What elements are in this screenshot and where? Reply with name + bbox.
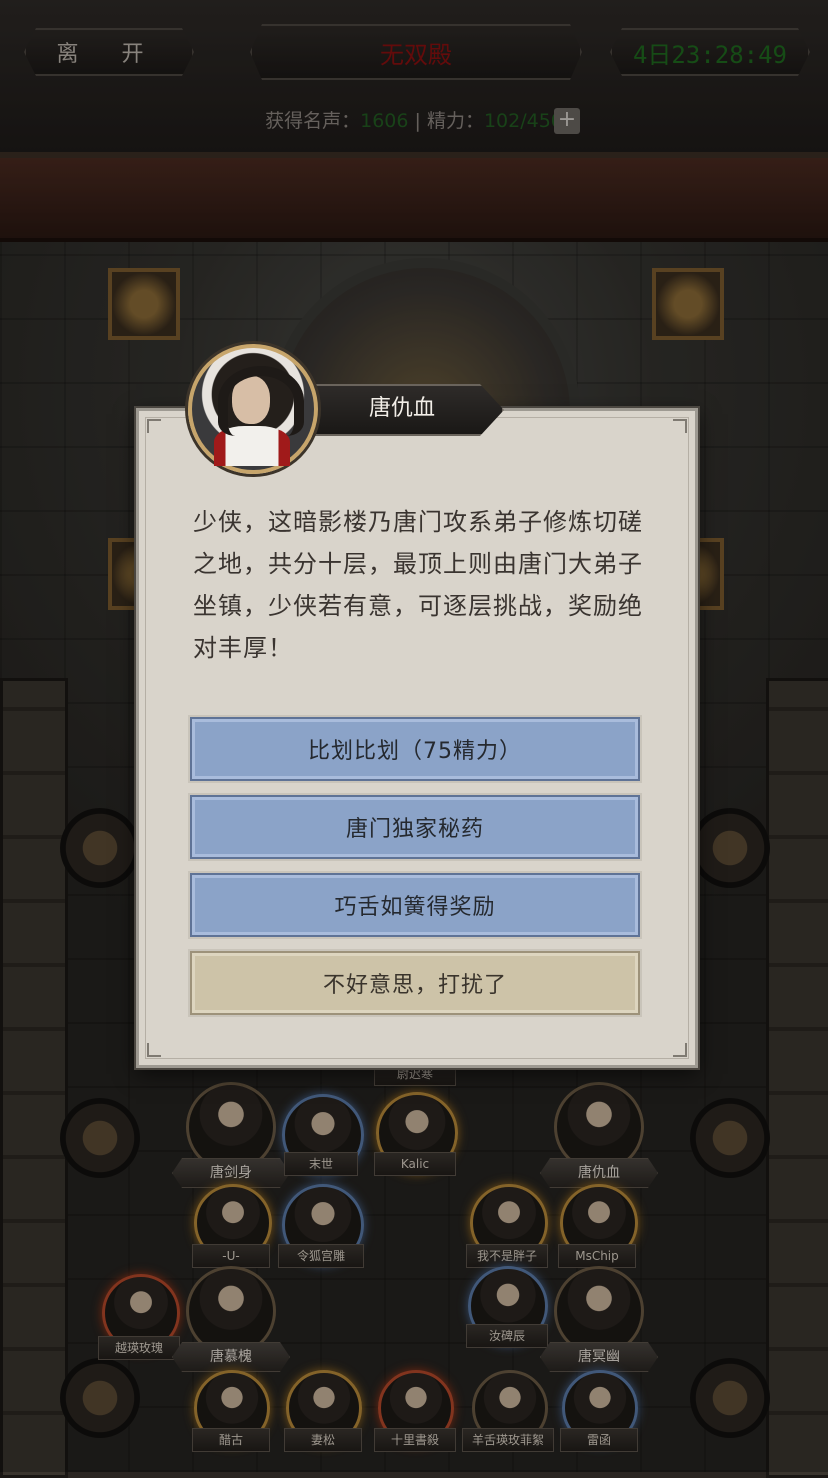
dialog-corner	[673, 1043, 687, 1057]
secret-medicine-button[interactable]: 唐门独家秘药	[190, 795, 640, 859]
speaker-name: 唐仇血	[300, 384, 504, 436]
dialog-corner	[147, 1043, 161, 1057]
portrait-hair	[218, 366, 304, 436]
dialog-text: 少侠，这暗影楼乃唐门攻系弟子修炼切磋之地，共分十层，最顶上则由唐门大弟子坐镇，少…	[193, 508, 643, 662]
spar-button[interactable]: 比划比划（75精力）	[190, 717, 640, 781]
dialog-corner	[673, 419, 687, 433]
speaker-portrait	[188, 344, 318, 474]
persuade-reward-button[interactable]: 巧舌如簧得奖励	[190, 873, 640, 937]
decline-button[interactable]: 不好意思，打扰了	[190, 951, 640, 1015]
dialog-corner	[147, 419, 161, 433]
